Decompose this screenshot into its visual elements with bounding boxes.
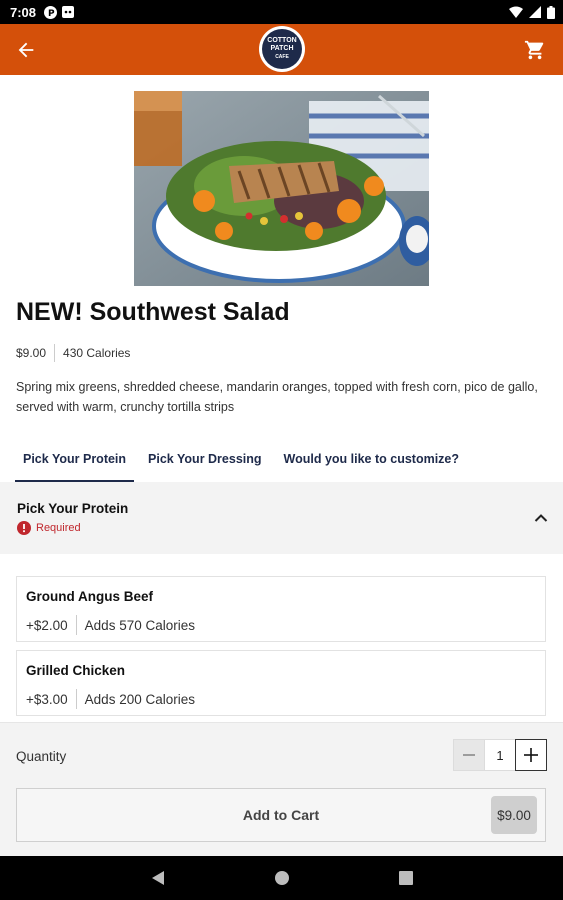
section-title: Pick Your Protein: [17, 501, 129, 516]
back-button[interactable]: [12, 36, 40, 64]
plus-icon: [524, 748, 538, 762]
item-price: $9.00: [16, 346, 47, 360]
option-calories: Adds 200 Calories: [84, 691, 195, 707]
quantity-stepper: 1: [453, 739, 547, 771]
option-calories: Adds 570 Calories: [84, 617, 195, 633]
option-price: +$2.00: [26, 617, 68, 633]
quantity-label: Quantity: [16, 749, 67, 764]
signal-icon: [529, 6, 541, 18]
divider: [54, 344, 56, 362]
item-meta: $9.00 430 Calories: [16, 344, 130, 362]
notification-p-icon: P: [44, 5, 58, 19]
option-name: Grilled Chicken: [26, 663, 126, 678]
salad-illustration: [134, 91, 429, 286]
system-nav-bar: [0, 856, 563, 900]
status-system-icons: [509, 5, 555, 19]
option-meta: +$3.00 Adds 200 Calories: [26, 689, 195, 709]
protein-options-list: Ground Angus Beef +$2.00 Adds 570 Calori…: [0, 554, 563, 722]
status-bar: 7:08 P: [0, 0, 563, 24]
alert-icon: [17, 521, 31, 535]
protein-section-header[interactable]: Pick Your Protein Required: [0, 482, 563, 554]
logo-text-line1: COTTON: [267, 37, 297, 44]
notification-dots-icon: [62, 6, 75, 18]
shopping-cart-icon: [524, 40, 544, 60]
divider: [75, 689, 77, 709]
add-to-cart-label: Add to Cart: [242, 807, 320, 823]
option-price: +$3.00: [26, 691, 68, 707]
option-name: Ground Angus Beef: [26, 589, 153, 604]
option-ground-angus-beef[interactable]: Ground Angus Beef +$2.00 Adds 570 Calori…: [16, 576, 546, 642]
minus-icon: [463, 754, 475, 756]
brand-logo: COTTON PATCH CAFE: [259, 26, 305, 72]
logo-emblem: COTTON PATCH CAFE: [262, 29, 302, 69]
add-to-cart-button[interactable]: Add to Cart $9.00: [16, 788, 546, 842]
square-recents-icon: [398, 871, 413, 885]
chevron-up-icon: [534, 514, 548, 522]
status-notifications: P: [44, 5, 75, 19]
item-photo: [134, 91, 429, 286]
item-description: Spring mix greens, shredded cheese, mand…: [16, 380, 538, 414]
order-footer: Quantity 1 Add to Cart $9.00: [0, 722, 563, 857]
triangle-back-icon: [151, 871, 164, 885]
wifi-icon: [509, 6, 523, 18]
item-calories: 430 Calories: [63, 346, 131, 360]
increase-quantity-button[interactable]: [515, 739, 547, 771]
cart-button[interactable]: [521, 36, 549, 64]
tab-customize[interactable]: Would you like to customize?: [276, 438, 467, 480]
tab-pick-your-dressing[interactable]: Pick Your Dressing: [140, 438, 269, 480]
nav-back-button[interactable]: [146, 866, 170, 890]
battery-icon: [547, 5, 555, 19]
total-price-badge: $9.00: [491, 796, 537, 834]
modifier-tabs: Pick Your Protein Pick Your Dressing Wou…: [0, 438, 563, 482]
logo-text-line3: CAFE: [275, 54, 289, 60]
nav-recents-button[interactable]: [394, 866, 418, 890]
circle-home-icon: [274, 871, 289, 885]
status-time: 7:08: [10, 4, 37, 20]
required-label: Required: [36, 522, 81, 534]
required-indicator: Required: [17, 521, 81, 535]
decrease-quantity-button[interactable]: [453, 739, 485, 771]
arrow-back-icon: [18, 42, 34, 58]
app-bar: COTTON PATCH CAFE: [0, 24, 563, 75]
logo-text-line2: PATCH: [270, 45, 294, 52]
option-meta: +$2.00 Adds 570 Calories: [26, 615, 195, 635]
nav-home-button[interactable]: [270, 866, 294, 890]
quantity-value: 1: [485, 739, 515, 771]
divider: [75, 615, 77, 635]
option-grilled-chicken[interactable]: Grilled Chicken +$3.00 Adds 200 Calories: [16, 650, 546, 716]
svg-text:P: P: [48, 9, 55, 19]
tab-pick-your-protein[interactable]: Pick Your Protein: [15, 438, 135, 482]
item-title: NEW! Southwest Salad: [16, 298, 290, 326]
collapse-button[interactable]: [531, 508, 551, 528]
